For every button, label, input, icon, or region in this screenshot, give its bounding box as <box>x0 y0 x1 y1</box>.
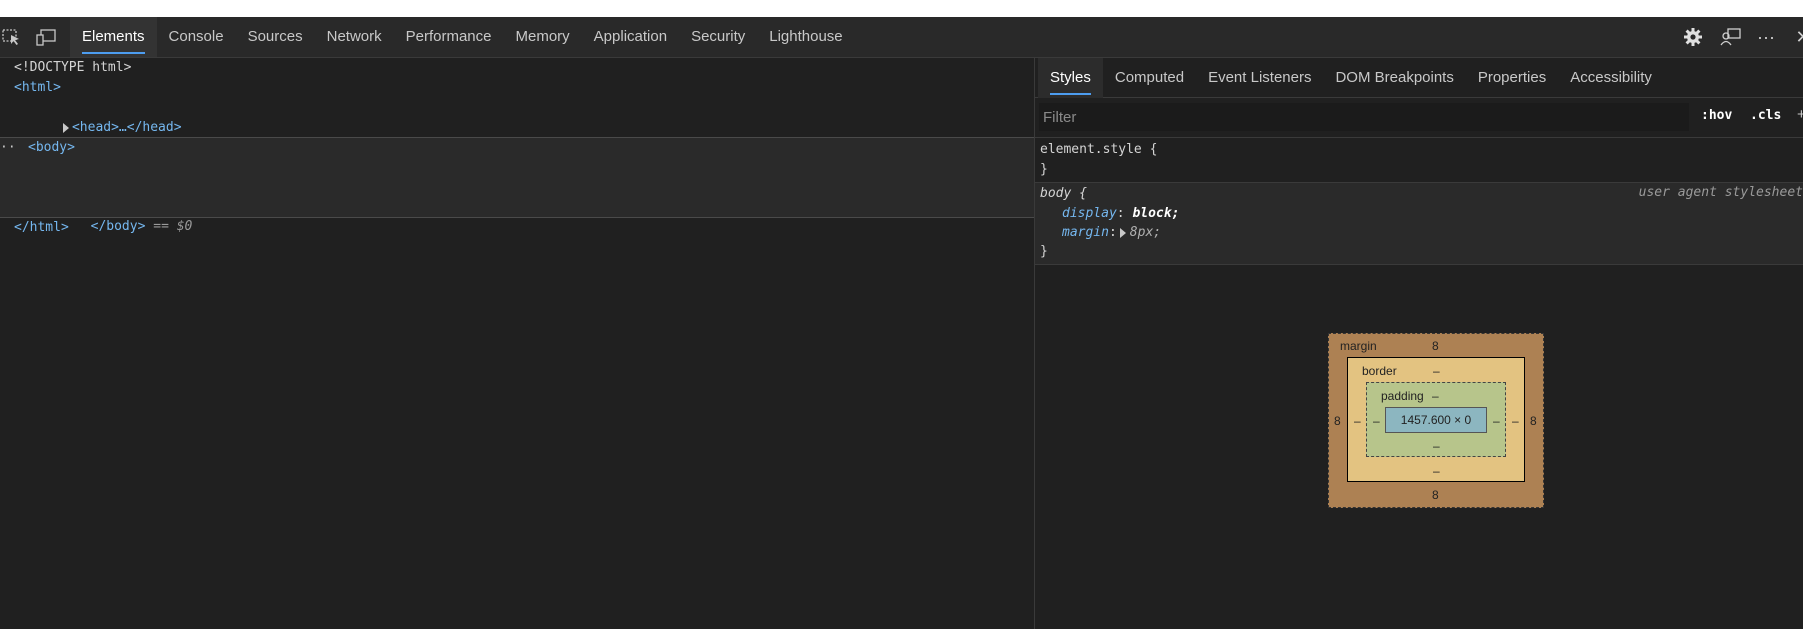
dom-body-close: </body> <box>90 219 146 234</box>
margin-right-value[interactable]: 8 <box>1530 414 1537 428</box>
body-close-brace: } <box>1040 244 1048 259</box>
decl-display-colon: : <box>1116 206 1125 221</box>
dom-html-close[interactable]: </html> <box>14 218 69 238</box>
decl-margin-prop: margin <box>1062 225 1109 240</box>
decl-display-val: block; <box>1132 206 1180 221</box>
dom-doctype[interactable]: <!DOCTYPE html> <box>14 58 131 78</box>
dom-body-close-line: </body> == $0 <box>28 197 193 234</box>
close-icon[interactable]: ✕ <box>1793 27 1803 47</box>
border-right-value[interactable]: – <box>1512 414 1519 428</box>
tab-computed[interactable]: Computed <box>1103 58 1196 98</box>
element-style-rule[interactable]: element.style { } <box>1035 138 1803 183</box>
tab-event-listeners[interactable]: Event Listeners <box>1196 58 1323 98</box>
dom-body-open: <body> <box>28 140 75 155</box>
decl-margin-val: 8px; <box>1129 225 1162 240</box>
body-selector: body <box>1040 186 1072 201</box>
padding-bottom-value[interactable]: – <box>1433 439 1440 453</box>
devtools-window: Elements Console Sources Network Perform… <box>0 17 1803 629</box>
settings-gear-icon[interactable] <box>1683 27 1703 47</box>
border-bottom-value[interactable]: – <box>1433 464 1440 478</box>
element-style-close: } <box>1040 162 1048 177</box>
tab-properties[interactable]: Properties <box>1466 58 1558 98</box>
body-selector-line: body { <box>1040 184 1087 204</box>
sidebar-tabs: Styles Computed Event Listeners DOM Brea… <box>1035 58 1803 98</box>
margin-left-value[interactable]: 8 <box>1334 414 1341 428</box>
border-top-value[interactable]: – <box>1433 364 1440 378</box>
dom-html-open[interactable]: <html> <box>14 78 61 98</box>
tab-styles[interactable]: Styles <box>1038 58 1103 98</box>
dom-dots[interactable]: ·· <box>0 140 16 155</box>
tab-dom-breakpoints[interactable]: DOM Breakpoints <box>1323 58 1465 98</box>
selected-marker: == $0 <box>153 219 193 234</box>
feedback-icon[interactable] <box>1720 27 1741 47</box>
tab-accessibility[interactable]: Accessibility <box>1558 58 1664 98</box>
margin-top-value[interactable]: 8 <box>1432 339 1439 353</box>
padding-label: padding <box>1381 389 1424 403</box>
decl-display[interactable]: display: block; <box>1062 204 1179 224</box>
decl-margin[interactable]: margin: 8px; <box>1062 223 1161 243</box>
body-rule[interactable]: body { user agent stylesheet display: bl… <box>1035 183 1803 265</box>
body-open-brace: { <box>1079 186 1087 201</box>
expand-triangle-icon[interactable] <box>62 122 69 133</box>
filter-row: :hov .cls + <box>1035 98 1803 138</box>
padding-top-value[interactable]: – <box>1432 389 1439 403</box>
border-label: border <box>1362 364 1397 378</box>
dom-head-node[interactable]: <head>…</head> <box>16 98 182 135</box>
box-model-diagram: margin 8 8 8 8 border – – – – padding – … <box>1328 333 1544 508</box>
expand-triangle-icon[interactable] <box>1119 227 1126 238</box>
margin-label: margin <box>1340 339 1377 353</box>
new-rule-button[interactable]: + <box>1797 106 1803 123</box>
dom-tree-pane: <!DOCTYPE html> <html> <head>…</head> ··… <box>0 58 1034 629</box>
user-agent-stylesheet-label: user agent stylesheet <box>1638 185 1803 200</box>
box-model-content[interactable]: 1457.600 × 0 <box>1385 407 1487 433</box>
border-left-value[interactable]: – <box>1354 414 1361 428</box>
main-toolbar: Elements Console Sources Network Perform… <box>0 17 1803 58</box>
decl-display-prop: display <box>1062 206 1117 221</box>
more-options-icon[interactable]: ··· <box>1756 27 1776 47</box>
margin-bottom-value[interactable]: 8 <box>1432 488 1439 502</box>
hov-toggle[interactable]: :hov <box>1701 108 1732 123</box>
styles-pane: Styles Computed Event Listeners DOM Brea… <box>1035 58 1803 629</box>
dom-head-text: <head>…</head> <box>71 120 182 135</box>
cls-toggle[interactable]: .cls <box>1750 108 1781 123</box>
toolbar-right-icons: ··· ✕ <box>0 17 1803 57</box>
styles-filter-input[interactable] <box>1039 103 1689 131</box>
padding-left-value[interactable]: – <box>1373 414 1380 428</box>
dom-selected-body[interactable]: ·· <body> </body> == $0 <box>0 137 1034 234</box>
decl-margin-colon: : <box>1108 225 1117 240</box>
padding-right-value[interactable]: – <box>1493 414 1500 428</box>
element-style-selector: element.style { <box>1040 142 1158 157</box>
